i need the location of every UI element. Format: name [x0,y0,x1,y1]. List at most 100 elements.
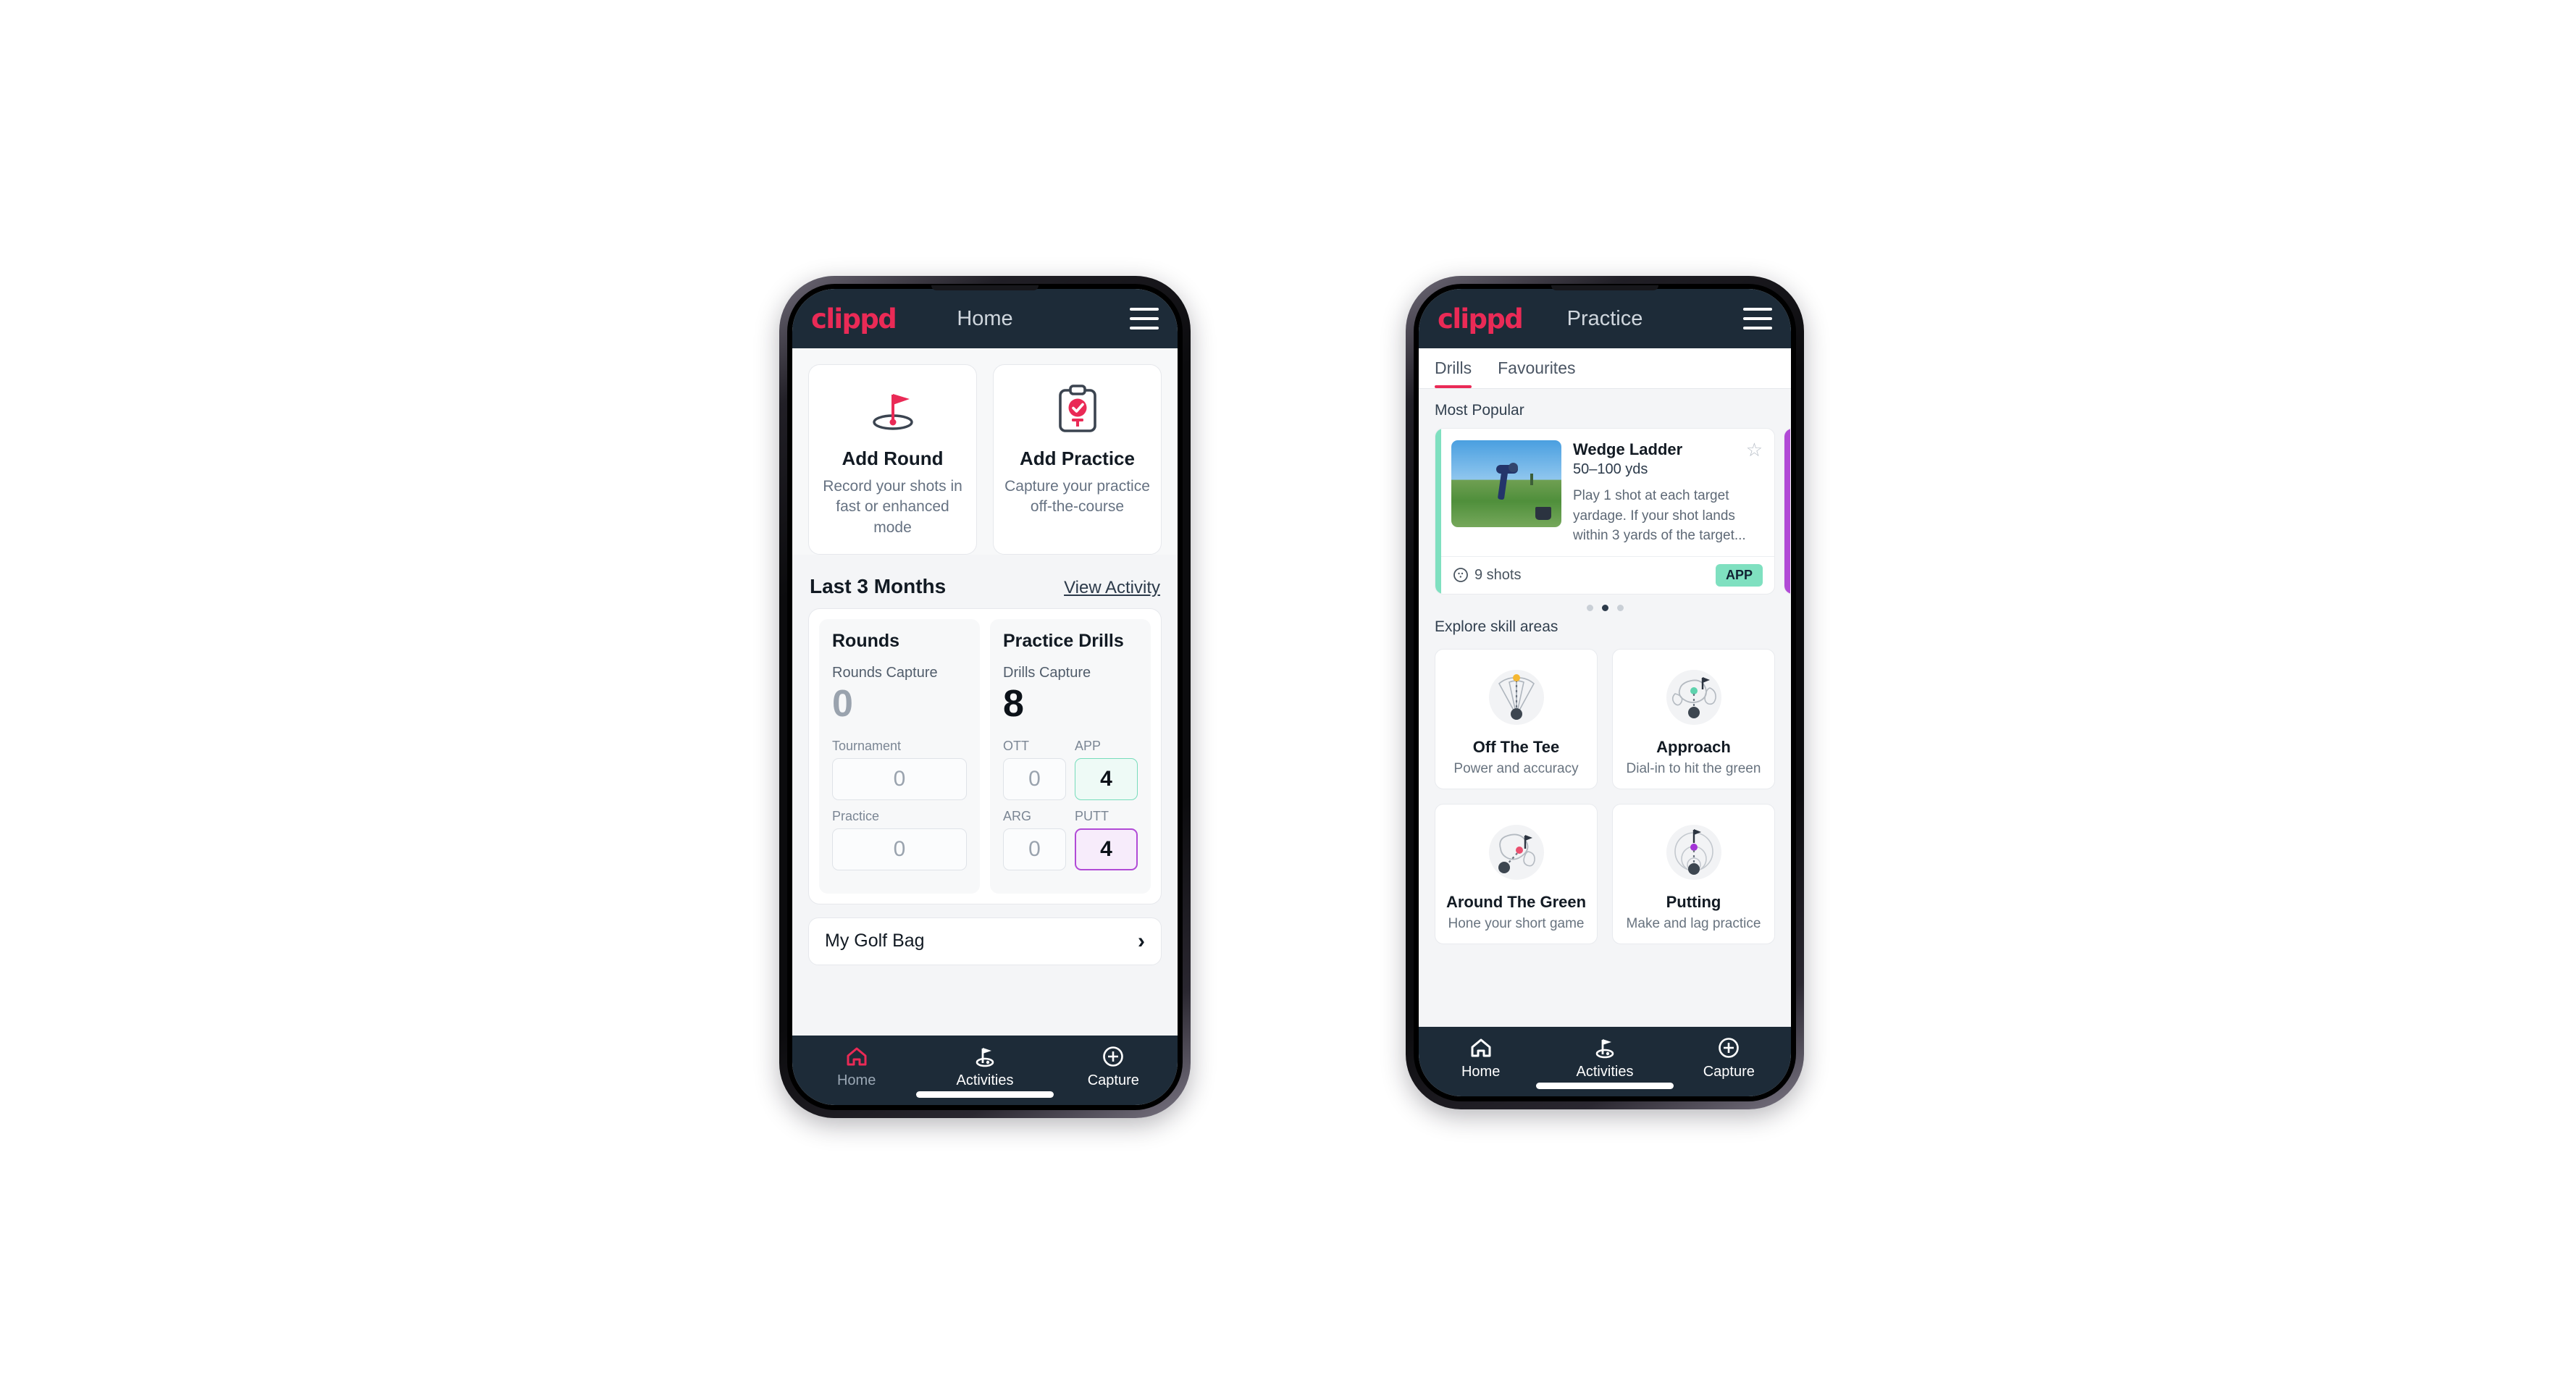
nav-capture-label: Capture [1087,1072,1139,1088]
clippd-logo[interactable]: clippd [811,306,897,332]
putt-value[interactable]: 4 [1075,828,1138,870]
app-value[interactable]: 4 [1075,757,1138,800]
phone-bezel-inner-2: clippd Practice Drills Favourites Most P… [1414,284,1796,1101]
nav-home-label-2: Home [1461,1064,1501,1080]
skill-card-around-the-green[interactable]: Around The Green Hone your short game [1435,803,1598,944]
screen-home: clippd Home Add Round Record your shots … [792,289,1178,1105]
carousel-dot-3[interactable] [1616,604,1624,611]
nav-activities-2[interactable]: Activities [1543,1036,1666,1080]
tab-drills-label: Drills [1435,358,1472,377]
tournament-label: Tournament [832,738,902,753]
practice-field: Practice 0 [832,809,967,870]
nav-capture-2[interactable]: Capture [1667,1036,1791,1080]
add-practice-title: Add Practice [1020,448,1135,469]
rounds-capture-value: 0 [832,683,853,726]
arg-field: ARG 0 [1003,809,1066,870]
arg-value[interactable]: 0 [1003,828,1066,870]
app-label: APP [1075,738,1102,753]
practice-label: Practice [832,808,880,823]
drills-capture-value: 8 [1003,683,1024,726]
section-title: Last 3 Months [810,575,947,598]
phone-home: clippd Home Add Round Record your shots … [779,276,1191,1118]
drill-yardage: 50–100 yds [1573,461,1648,477]
drill-info: Wedge Ladder 50–100 yds ☆ Play 1 shot at… [1573,440,1763,546]
skill-card-putting[interactable]: Putting Make and lag practice [1612,803,1775,944]
earpiece-speaker [931,285,1039,290]
my-golf-bag-row[interactable]: My Golf Bag › [808,917,1162,965]
hamburger-menu-icon-2[interactable] [1743,308,1772,329]
skill-title-around-the-green: Around The Green [1446,892,1587,911]
skill-sub-approach: Dial-in to hit the green [1626,760,1761,776]
drill-tag-badge: APP [1715,563,1763,587]
practice-tabs: Drills Favourites [1419,348,1791,389]
putting-icon [1620,818,1767,887]
nav-activities-label: Activities [956,1072,1014,1088]
add-practice-subtitle: Capture your practice off-the-course [1004,478,1150,516]
add-round-card[interactable]: Add Round Record your shots in fast or e… [808,364,977,555]
quick-actions: Add Round Record your shots in fast or e… [792,348,1178,555]
ott-label: OTT [1003,738,1029,753]
add-round-title: Add Round [842,448,944,469]
earpiece-speaker-2 [1551,285,1658,290]
drills-capture-label: Drills Capture [1003,665,1091,681]
add-round-subtitle: Record your shots in fast or enhanced mo… [823,478,962,536]
drills-heading: Practice Drills [1003,631,1124,652]
nav-home-2[interactable]: Home [1419,1036,1543,1080]
carousel-dots[interactable] [1419,595,1791,614]
drill-card-wedge-ladder[interactable]: Wedge Ladder 50–100 yds ☆ Play 1 shot at… [1435,428,1775,595]
last-3-months-header: Last 3 Months View Activity [792,555,1178,608]
drill-accent-bar [1435,429,1441,594]
clipboard-check-icon [1001,382,1154,437]
app-field: APP 4 [1075,739,1138,800]
phone-practice: clippd Practice Drills Favourites Most P… [1406,276,1804,1109]
drill-carousel[interactable]: Wedge Ladder 50–100 yds ☆ Play 1 shot at… [1419,428,1791,595]
bottom-navigation-2: Home Activities Capture [1419,1027,1791,1096]
screenshot-canvas: clippd Home Add Round Record your shots … [0,0,2576,1386]
add-practice-card[interactable]: Add Practice Capture your practice off-t… [993,364,1162,555]
home-indicator-2 [1536,1083,1674,1089]
nav-capture[interactable]: Capture [1049,1044,1178,1089]
rounds-heading: Rounds [832,631,900,652]
view-activity-link[interactable]: View Activity [1064,578,1160,598]
drill-card-next-peek[interactable] [1784,428,1791,595]
home-icon [846,1044,868,1069]
drill-description: Play 1 shot at each target yardage. If y… [1573,488,1746,544]
drill-card-footer: 9 shots APP [1441,555,1774,594]
plus-circle-icon [1102,1044,1124,1069]
skill-sub-off-the-tee: Power and accuracy [1453,760,1579,776]
drill-metric-grid: OTT 0 APP 4 ARG 0 PUTT 4 [1003,739,1138,870]
skill-title-off-the-tee: Off The Tee [1472,737,1560,756]
nav-activities[interactable]: Activities [920,1044,1049,1089]
nav-activities-label-2: Activities [1576,1064,1634,1080]
ott-field: OTT 0 [1003,739,1066,800]
my-golf-bag-label: My Golf Bag [825,931,925,952]
carousel-dot-2[interactable] [1601,604,1608,611]
app-bar-2: clippd Practice [1419,289,1791,348]
skill-title-approach: Approach [1656,737,1731,756]
stats-card: Rounds Rounds Capture 0 Tournament 0 Pra… [808,608,1162,904]
carousel-dot-1[interactable] [1586,604,1593,611]
golf-ball-icon [1453,568,1468,583]
clippd-logo-2[interactable]: clippd [1438,306,1524,332]
home-icon-2 [1470,1036,1492,1060]
nav-capture-label-2: Capture [1703,1064,1755,1080]
home-content: Add Round Record your shots in fast or e… [792,348,1178,1036]
skill-sub-putting: Make and lag practice [1626,915,1761,931]
practice-value[interactable]: 0 [832,828,967,870]
tournament-value[interactable]: 0 [832,757,967,800]
tab-drills[interactable]: Drills [1435,348,1483,388]
arg-label: ARG [1003,808,1032,823]
skill-card-off-the-tee[interactable]: Off The Tee Power and accuracy [1435,648,1598,789]
putt-label: PUTT [1075,808,1109,823]
drill-shots-label: 9 shots [1474,566,1522,583]
star-outline-icon[interactable]: ☆ [1746,440,1763,459]
nav-home[interactable]: Home [792,1044,920,1089]
golf-flag-icon-2 [1593,1036,1617,1060]
golf-flag-hole-icon [816,382,969,437]
hamburger-menu-icon[interactable] [1130,308,1159,329]
tab-favourites[interactable]: Favourites [1498,348,1587,388]
tab-favourites-label: Favourites [1498,358,1576,377]
ott-value[interactable]: 0 [1003,757,1066,800]
skill-card-approach[interactable]: Approach Dial-in to hit the green [1612,648,1775,789]
most-popular-label: Most Popular [1435,402,1524,419]
